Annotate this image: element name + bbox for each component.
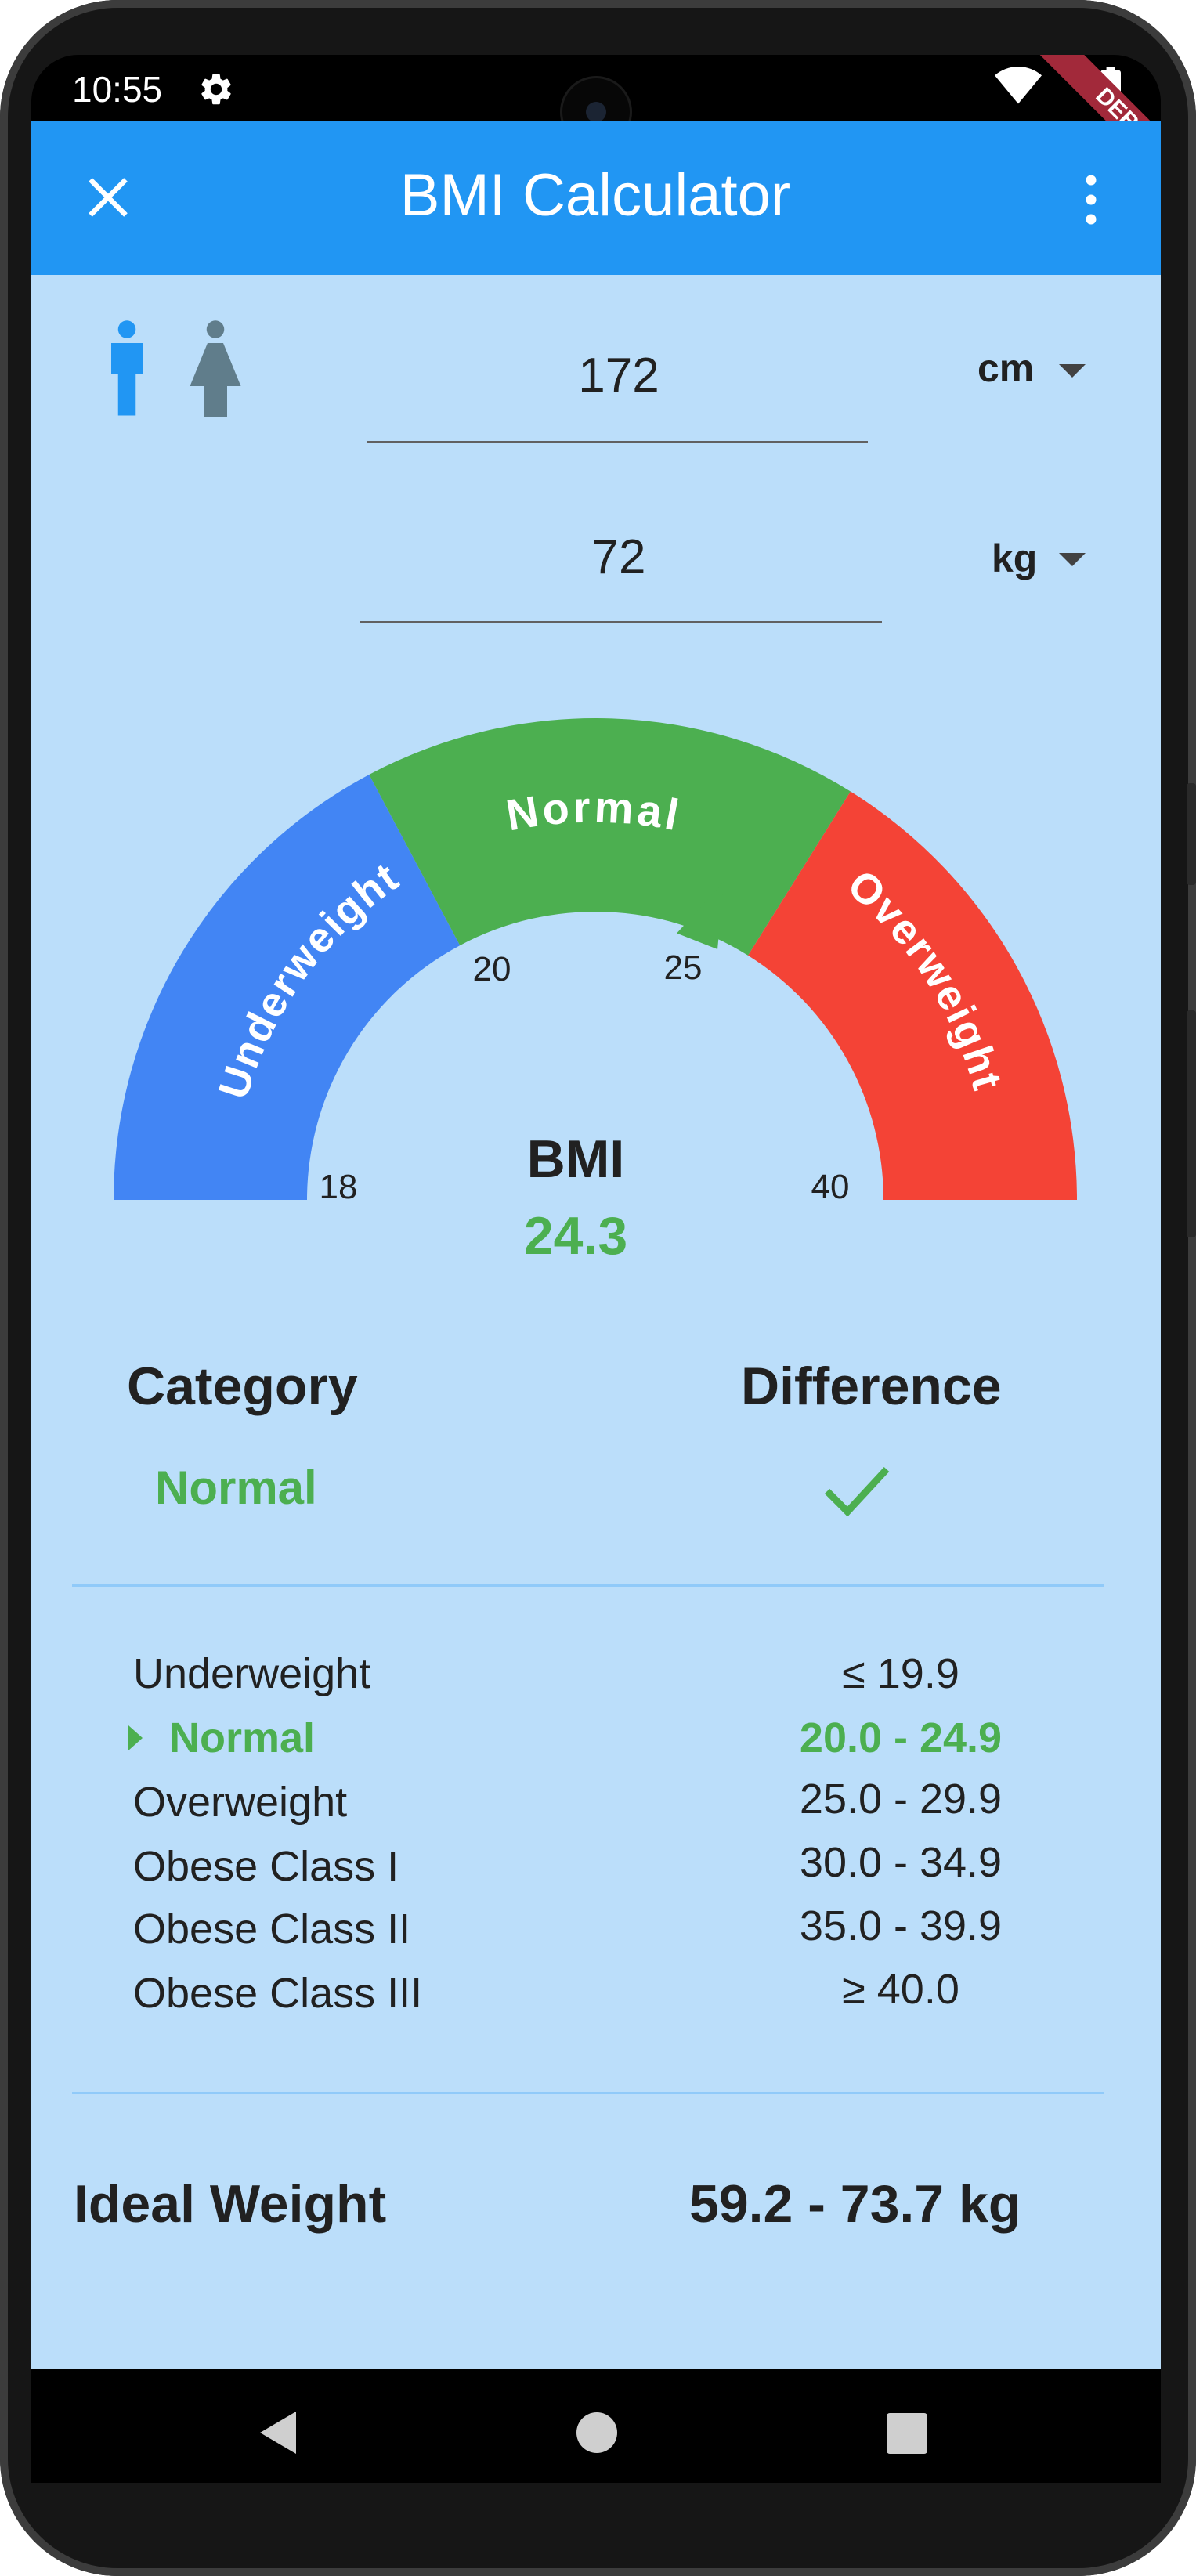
bmi-value: 24.3 <box>523 1206 628 1266</box>
status-time: 10:55 <box>72 69 163 110</box>
back-icon[interactable] <box>260 2412 296 2454</box>
volume-button <box>1187 1010 1196 1237</box>
table-row-range: ≤ 19.9 <box>842 1650 959 1697</box>
home-icon[interactable] <box>576 2412 617 2453</box>
current-row-marker-icon <box>128 1725 143 1750</box>
table-row-range: 20.0 - 24.9 <box>799 1714 1003 1761</box>
settings-gear-icon <box>201 74 231 105</box>
divider <box>72 1584 1104 1587</box>
weight-input[interactable]: 72 <box>360 526 877 589</box>
more-vert-icon[interactable] <box>1085 172 1097 227</box>
table-row-name: Normal <box>169 1714 316 1761</box>
table-row-name: Obese Class II <box>133 1906 411 1953</box>
table-row-name: Obese Class III <box>133 1970 423 2017</box>
camera-lens <box>586 102 606 122</box>
power-button <box>1187 783 1196 885</box>
table-row-name: Obese Class I <box>133 1843 399 1890</box>
weight-input-underline <box>360 621 882 623</box>
table-row-range: 30.0 - 34.9 <box>799 1839 1003 1886</box>
chevron-down-icon[interactable] <box>1059 364 1086 378</box>
gauge-tick-label: 20 <box>473 950 511 988</box>
female-icon[interactable] <box>188 320 243 417</box>
height-input-underline <box>367 441 868 443</box>
weight-unit-dropdown[interactable]: kg <box>992 535 1037 582</box>
gauge-tick-label: 18 <box>320 1168 358 1206</box>
table-row-range: 25.0 - 29.9 <box>799 1776 1003 1823</box>
recents-icon[interactable] <box>887 2413 927 2454</box>
chevron-down-icon[interactable] <box>1059 553 1086 566</box>
category-header: Category <box>127 1357 358 1416</box>
table-row-range: 35.0 - 39.9 <box>799 1902 1003 1949</box>
table-row-name: Underweight <box>133 1650 371 1697</box>
ideal-weight-label: Ideal Weight <box>74 2174 387 2234</box>
category-value: Normal <box>155 1461 317 1514</box>
content-area <box>31 275 1161 2369</box>
height-unit-dropdown[interactable]: cm <box>977 345 1034 392</box>
table-row-name: Overweight <box>133 1779 348 1826</box>
height-input[interactable]: 172 <box>368 345 869 407</box>
bmi-label: BMI <box>526 1129 625 1189</box>
male-icon[interactable] <box>103 320 150 417</box>
table-row-range: ≥ 40.0 <box>842 1966 959 2013</box>
check-icon <box>824 1466 890 1516</box>
ideal-weight-value: 59.2 - 73.7 kg <box>689 2174 1021 2234</box>
page-title: BMI Calculator <box>399 162 791 229</box>
difference-header: Difference <box>741 1357 1002 1416</box>
gauge-tick-label: 40 <box>811 1168 850 1206</box>
close-icon[interactable] <box>85 174 132 221</box>
gauge-tick-label: 25 <box>664 948 703 987</box>
divider <box>72 2092 1104 2094</box>
